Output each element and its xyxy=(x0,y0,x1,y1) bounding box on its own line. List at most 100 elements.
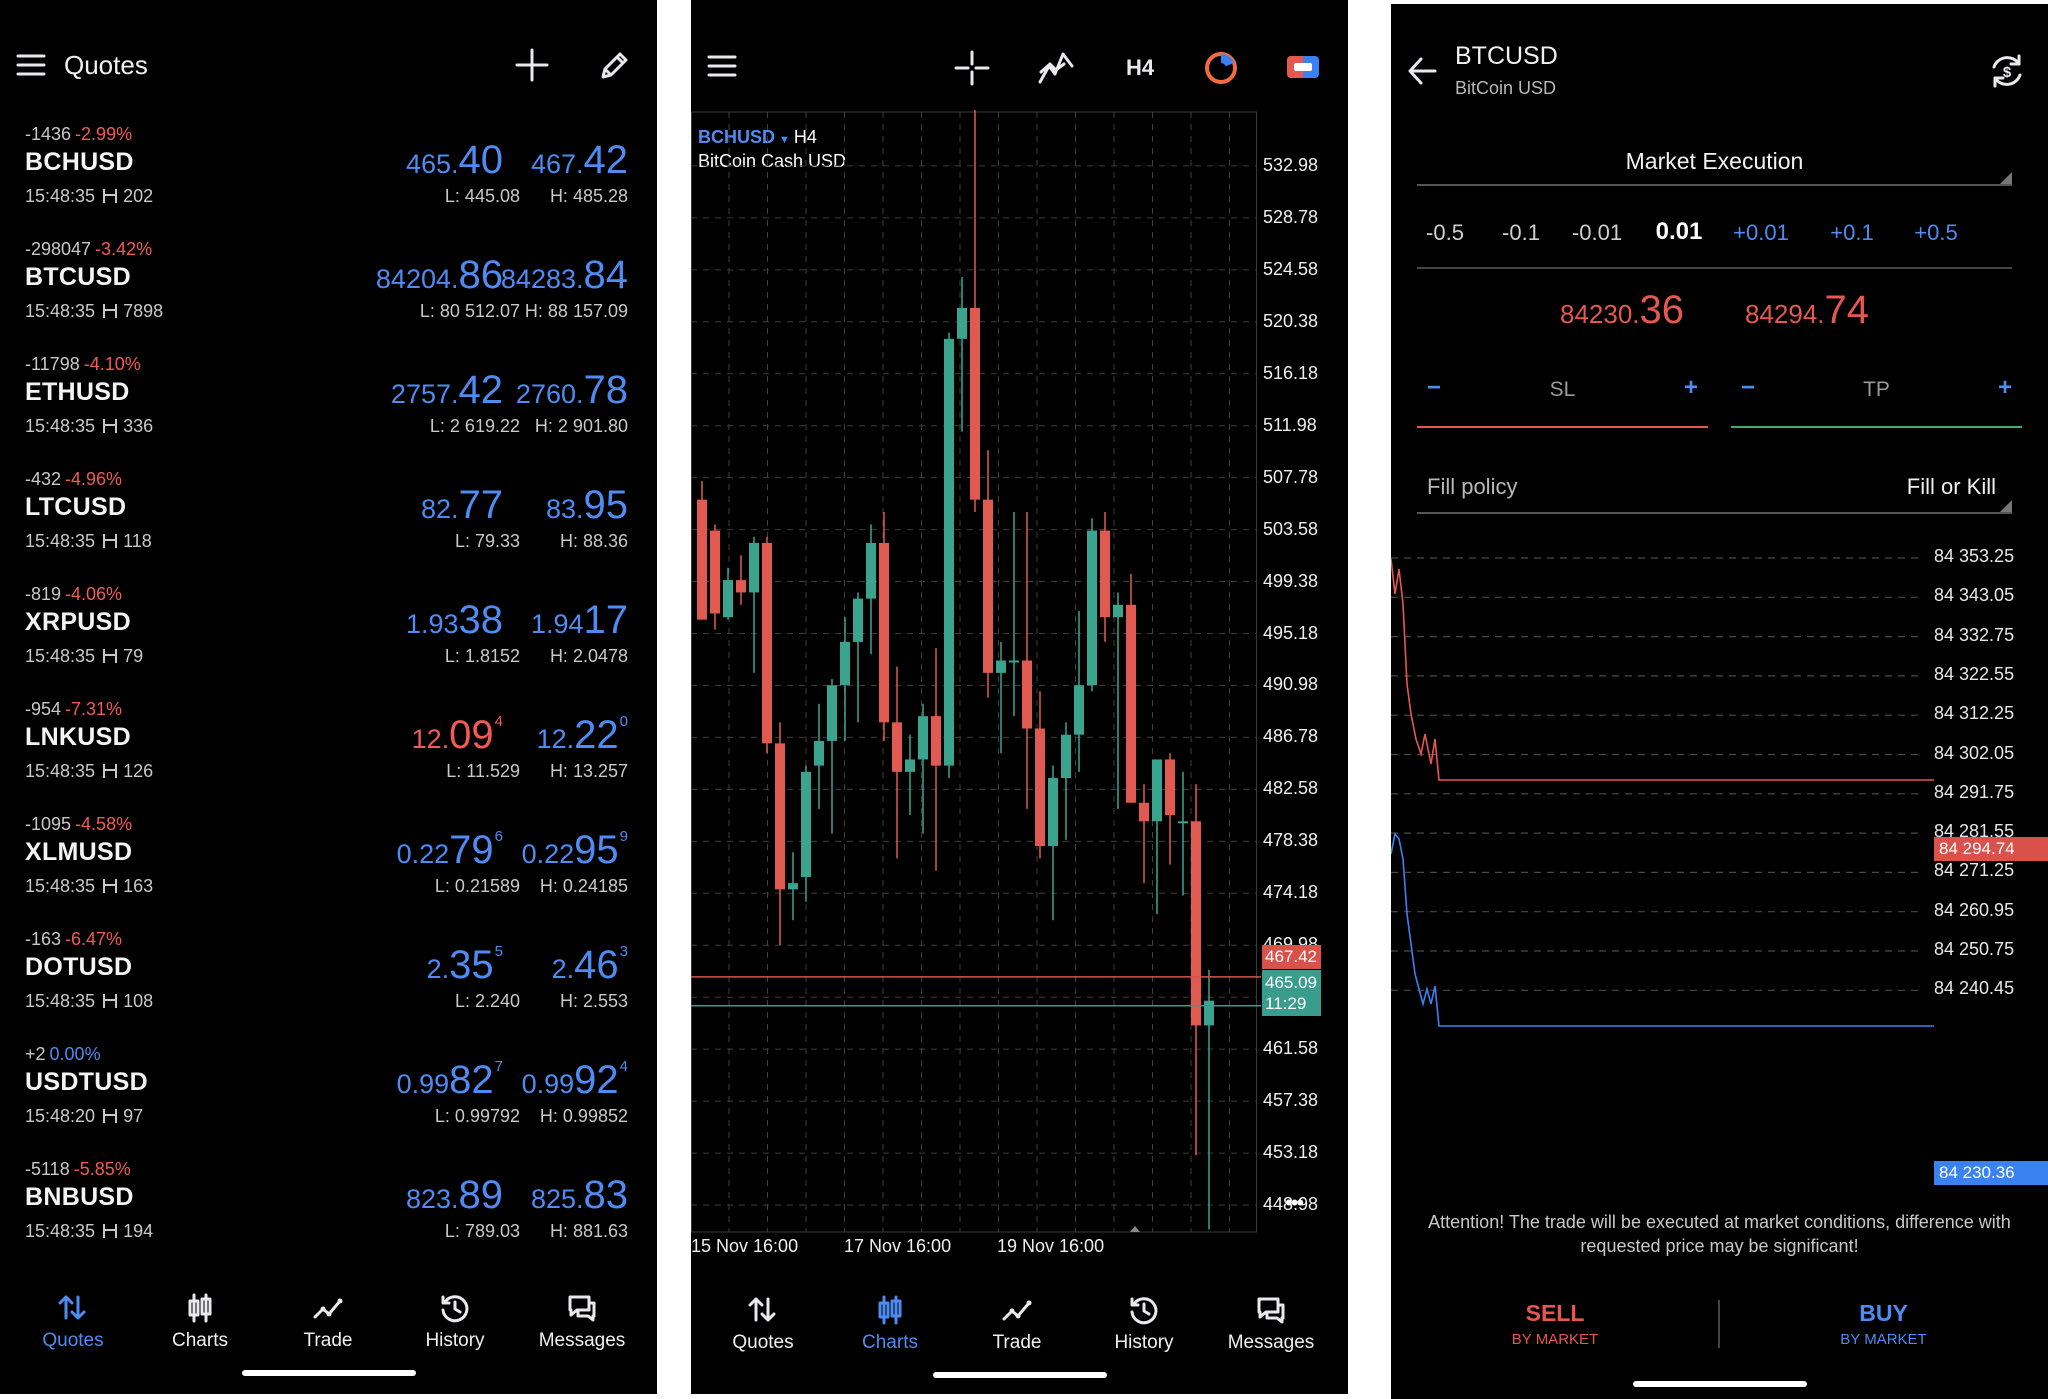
volume-step-option[interactable]: +0.1 xyxy=(1812,220,1892,246)
indicators-icon[interactable] xyxy=(1037,50,1075,86)
low-price: L: 445.08 xyxy=(444,186,520,206)
ask-small: 84283. xyxy=(500,264,584,294)
quote-row[interactable]: -954 -7.31% LNKUSD 15:48:35 126 12.094 12.220 L… xyxy=(0,691,657,806)
high-price: H: 88.36 xyxy=(559,531,628,551)
quote-time: 15:48:35 126 xyxy=(25,761,153,782)
quote-change: -11798 -4.10% xyxy=(25,354,141,375)
high-price: H: 881.63 xyxy=(549,1221,628,1241)
volume-step-option[interactable]: -0.01 xyxy=(1557,220,1637,246)
menu-icon[interactable] xyxy=(16,52,46,78)
low-price: L: 11.529 xyxy=(446,761,520,781)
quote-symbol: USDTUSD xyxy=(25,1068,148,1096)
execution-type-value: Market Execution xyxy=(1625,148,1804,174)
tick-price-label: 84 322.55 xyxy=(1934,663,2015,684)
stop-loss-field[interactable]: − SL + xyxy=(1417,366,1708,428)
volume-step-option[interactable]: +0.01 xyxy=(1721,220,1801,246)
more-options-icon[interactable]: ••• xyxy=(1285,1190,1304,1216)
nav-history[interactable]: History xyxy=(395,1292,515,1352)
ask-small: 2. xyxy=(551,954,575,984)
ask-big: 46 xyxy=(574,943,619,987)
change-percent: -6.47% xyxy=(65,929,123,949)
sell-label: SELL xyxy=(1525,1300,1585,1326)
candle-body xyxy=(1022,660,1032,729)
nav-messages[interactable]: Messages xyxy=(1211,1294,1331,1354)
quote-row[interactable]: -298047 -3.42% BTCUSD 15:48:35 7898 84204.86 8… xyxy=(0,231,657,346)
ask-price: 2.463 xyxy=(552,943,628,988)
bid-price: 823.89 xyxy=(406,1173,503,1218)
add-symbol-icon[interactable] xyxy=(515,48,549,82)
nav-messages[interactable]: Messages xyxy=(522,1292,642,1352)
nav-charts[interactable]: Charts xyxy=(830,1294,950,1354)
crosshair-icon[interactable] xyxy=(954,50,990,86)
edit-pencil-icon[interactable] xyxy=(598,48,632,82)
timeframe-button[interactable]: H4 xyxy=(1126,55,1154,81)
sl-increase-button[interactable]: + xyxy=(1684,374,1698,402)
price-tick-label: 474.18 xyxy=(1263,882,1319,903)
quote-row[interactable]: -5118 -5.85% BNBUSD 15:48:35 194 823.89 825.83… xyxy=(0,1151,657,1266)
candle-body xyxy=(931,716,941,766)
volume-step-option[interactable]: -0.1 xyxy=(1481,220,1561,246)
quote-row[interactable]: +2 0.00% USDTUSD 15:48:20 97 0.99827 0.99924 L:… xyxy=(0,1036,657,1151)
take-profit-field[interactable]: − TP + xyxy=(1731,366,2022,428)
quote-time: 15:48:35 163 xyxy=(25,876,153,897)
price-tick-label: 486.78 xyxy=(1263,726,1319,747)
buy-price-big: 74 xyxy=(1824,288,1870,332)
volume-step-option[interactable]: -0.5 xyxy=(1405,220,1485,246)
tp-increase-button[interactable]: + xyxy=(1998,374,2012,402)
sell-price-big: 36 xyxy=(1639,288,1685,332)
switch-symbol-icon[interactable]: $ xyxy=(1988,52,2026,90)
spread-icon xyxy=(103,189,118,203)
ask-big: 42 xyxy=(583,138,629,182)
bid-price: 465.40 xyxy=(406,138,503,183)
chart-settings-icon[interactable] xyxy=(1203,50,1239,86)
quote-row[interactable]: -819 -4.06% XRPUSD 15:48:35 79 1.9338 1.9417 L:… xyxy=(0,576,657,691)
volume-divider xyxy=(1417,267,2012,269)
nav-quotes[interactable]: Quotes xyxy=(703,1294,823,1354)
execution-type-select[interactable]: Market Execution xyxy=(1417,134,2012,186)
menu-icon[interactable] xyxy=(707,53,737,79)
bid-small: 1.93 xyxy=(405,609,459,639)
sell-by-market-button[interactable]: SELL BY MARKET xyxy=(1391,1300,1719,1348)
candle-body xyxy=(970,307,980,500)
bid-small: 465. xyxy=(405,149,459,179)
volume-step-current: 0.01 xyxy=(1655,218,1703,245)
low-price: L: 0.21589 xyxy=(434,876,520,896)
fill-policy-label: Fill policy xyxy=(1427,474,1518,499)
candle-body xyxy=(892,722,902,772)
nav-charts[interactable]: Charts xyxy=(140,1292,260,1352)
volume-step-option[interactable]: +0.5 xyxy=(1896,220,1976,246)
ask-price: 0.22959 xyxy=(522,828,628,873)
scroll-marker xyxy=(1130,1226,1140,1232)
quote-spread: 194 xyxy=(123,1221,154,1241)
change-points: -819 xyxy=(25,584,62,604)
home-indicator xyxy=(932,1372,1107,1378)
bid-price: 2.355 xyxy=(427,943,503,988)
nav-quotes[interactable]: Quotes xyxy=(13,1292,133,1352)
bid-big: 86 xyxy=(458,253,504,297)
spread-icon xyxy=(103,419,118,433)
bid-price: 2757.42 xyxy=(391,368,503,413)
fill-policy-select[interactable]: Fill policy Fill or Kill xyxy=(1417,462,2012,514)
buy-by-market-button[interactable]: BUY BY MARKET xyxy=(1719,1300,2048,1348)
quote-row[interactable]: -1095 -4.58% XLMUSD 15:48:35 163 0.22796 0.229… xyxy=(0,806,657,921)
quote-row[interactable]: -163 -6.47% DOTUSD 15:48:35 108 2.355 2.463 L: … xyxy=(0,921,657,1036)
quote-row[interactable]: -11798 -4.10% ETHUSD 15:48:35 336 2757.42 2760… xyxy=(0,346,657,461)
tick-price-label: 84 260.95 xyxy=(1934,899,2015,920)
price-tick-label: 532.98 xyxy=(1263,154,1319,175)
change-percent: -3.42% xyxy=(95,239,153,259)
price-tick-label: 516.18 xyxy=(1263,362,1319,383)
nav-history[interactable]: History xyxy=(1084,1294,1204,1354)
candlestick-chart[interactable] xyxy=(691,110,1261,1235)
quote-row[interactable]: -1436 -2.99% BCHUSD 15:48:35 202 465.40 467.42… xyxy=(0,116,657,231)
candle-body xyxy=(996,660,1006,673)
one-click-trade-icon[interactable] xyxy=(1285,52,1321,82)
quote-row[interactable]: -432 -4.96% LTCUSD 15:48:35 118 82.77 83.95 L: … xyxy=(0,461,657,576)
time-tick-label: 17 Nov 16:00 xyxy=(844,1236,952,1256)
change-percent: 0.00% xyxy=(49,1044,101,1064)
candle-body xyxy=(1178,821,1188,824)
ask-pip: 4 xyxy=(619,1058,628,1075)
nav-trade[interactable]: Trade xyxy=(268,1292,388,1352)
back-arrow-icon[interactable] xyxy=(1407,56,1437,86)
quote-change: -1436 -2.99% xyxy=(25,124,132,145)
nav-trade[interactable]: Trade xyxy=(957,1294,1077,1354)
